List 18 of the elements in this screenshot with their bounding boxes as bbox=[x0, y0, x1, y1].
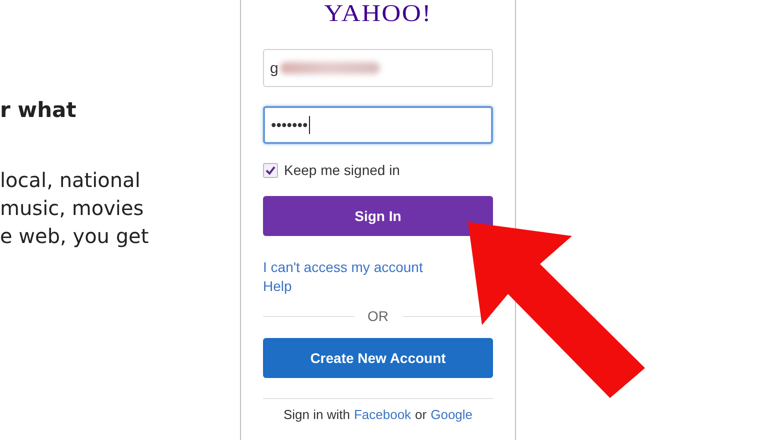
keep-signed-in-checkbox[interactable] bbox=[263, 162, 278, 178]
username-field[interactable]: g bbox=[263, 49, 493, 87]
sign-in-button[interactable]: Sign In bbox=[263, 196, 493, 236]
article-text-line: music, movies bbox=[0, 195, 145, 222]
help-link[interactable]: Help bbox=[263, 277, 292, 296]
create-account-button[interactable]: Create New Account bbox=[263, 338, 493, 378]
social-sign-in-text: Sign in with bbox=[283, 407, 350, 422]
password-field[interactable]: ••••••• bbox=[263, 106, 493, 144]
article-text-line: e web, you get bbox=[0, 223, 150, 250]
article-text-line: local, national bbox=[0, 167, 142, 194]
checkbox-label: Keep me signed in bbox=[284, 162, 400, 178]
help-link[interactable]: I can't access my account bbox=[263, 258, 423, 277]
logo: YAHOO! bbox=[323, 1, 433, 27]
social-joiner-text: or bbox=[415, 407, 427, 422]
facebook-link[interactable]: Facebook bbox=[354, 407, 412, 422]
or-separator: OR bbox=[368, 308, 388, 324]
google-link[interactable]: Google bbox=[430, 407, 473, 422]
article-heading: r what bbox=[0, 98, 78, 122]
